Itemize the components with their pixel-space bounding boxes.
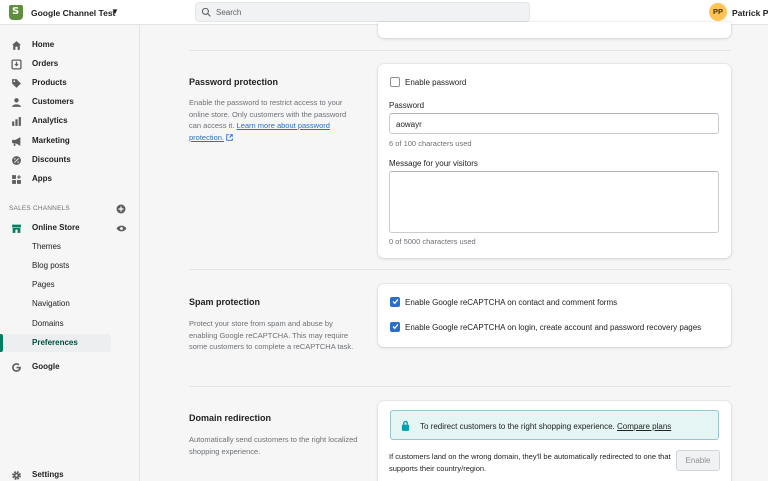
sidebar-subitem-label: Themes [32,242,61,251]
sidebar-item-label: Home [32,40,55,49]
sidebar-item-domains[interactable]: Domains [0,315,130,333]
sidebar-item-google[interactable]: Google [0,358,130,376]
store-name[interactable]: Google Channel Test [31,8,115,18]
sidebar-item-customers[interactable]: Customers [0,93,130,111]
avatar[interactable]: PP [709,3,727,21]
search-input[interactable]: Search [195,2,530,22]
upgrade-banner: To redirect customers to the right shopp… [390,410,719,440]
megaphone-icon [12,137,21,146]
sidebar-item-label: Discounts [32,155,71,164]
sidebar-item-themes[interactable]: Themes [0,238,130,256]
sidebar-item-analytics[interactable]: Analytics [0,112,130,130]
enable-password-label: Enable password [405,78,467,87]
password-char-count: 6 of 100 characters used [389,139,472,148]
message-textarea[interactable] [389,171,719,233]
store-icon [12,224,21,233]
sidebar-item-apps[interactable]: Apps [0,170,130,188]
section-divider [189,386,731,387]
previous-section-card [378,22,731,38]
banner-text: To redirect customers to the right shopp… [420,422,671,431]
banner-message: To redirect customers to the right shopp… [420,422,615,431]
sidebar-subitem-label: Pages [32,280,55,289]
sidebar-subitem-label: Preferences [32,338,78,347]
home-icon [12,41,21,50]
sidebar-subitem-label: Navigation [32,299,70,308]
recaptcha-contact-checkbox[interactable] [390,297,400,307]
sidebar-item-orders[interactable]: Orders [0,55,130,73]
sidebar-item-home[interactable]: Home [0,36,130,54]
spam-section-description: Protect your store from spam and abuse b… [189,319,354,351]
sidebar-subitem-label: Blog posts [32,261,70,270]
checkmark-icon [392,324,399,330]
lock-icon [401,420,410,431]
bar-chart-icon [12,117,21,126]
recaptcha-contact-label: Enable Google reCAPTCHA on contact and c… [405,298,618,307]
password-value: aowayr [396,120,422,129]
password-field-label: Password [389,101,425,110]
sidebar-item-preferences[interactable]: Preferences [3,334,111,352]
enable-redirect-button[interactable]: Enable [676,450,720,471]
sidebar-item-label: Products [32,78,67,87]
google-icon [12,363,21,372]
sidebar-item-label: Online Store [32,223,80,232]
person-icon [12,98,21,107]
tag-icon [12,79,21,88]
eye-icon[interactable] [116,224,127,233]
checkmark-icon [392,299,399,305]
shopify-logo-icon[interactable] [9,5,23,20]
add-channel-icon[interactable] [116,204,126,214]
sidebar-item-label: Orders [32,59,59,68]
user-name[interactable]: Patrick Pie [732,8,768,18]
message-char-count: 0 of 5000 characters used [389,237,476,246]
sidebar-item-online-store[interactable]: Online Store [0,219,130,237]
caret-down-icon[interactable]: ▼ [111,7,119,16]
sidebar-item-label: Apps [32,174,52,183]
sidebar-item-blog-posts[interactable]: Blog posts [0,257,130,275]
search-icon [201,7,211,17]
enable-password-checkbox[interactable] [390,77,400,87]
apps-icon [12,175,21,184]
compare-plans-link[interactable]: Compare plans [617,422,671,431]
orders-icon [11,59,22,70]
password-section-title: Password protection [189,77,279,87]
section-divider [189,50,731,51]
password-input[interactable]: aowayr [389,113,719,134]
sidebar-item-label: Settings [32,470,64,479]
spam-card [378,284,731,347]
redirect-description: If customers land on the wrong domain, t… [389,452,671,473]
domain-section-title: Domain redirection [189,413,272,423]
password-section-description: Enable the password to restrict access t… [189,97,359,143]
sidebar-item-label: Marketing [32,136,70,145]
search-placeholder: Search [216,8,242,17]
gear-icon [12,471,21,480]
recaptcha-login-checkbox[interactable] [390,322,400,332]
sales-channels-heading: SALES CHANNELS [9,205,70,212]
sidebar-item-settings[interactable]: Settings [0,466,130,481]
section-divider [189,269,731,270]
sidebar-item-label: Google [32,362,60,371]
sidebar-item-marketing[interactable]: Marketing [0,132,130,150]
sidebar-item-products[interactable]: Products [0,74,130,92]
sidebar-item-label: Customers [32,97,74,106]
recaptcha-login-label: Enable Google reCAPTCHA on login, create… [405,323,702,332]
sidebar-item-label: Analytics [32,116,68,125]
message-field-label: Message for your visitors [389,159,478,168]
discount-icon [12,156,21,165]
sidebar-subitem-label: Domains [32,319,64,328]
sidebar-item-navigation[interactable]: Navigation [0,295,130,313]
sidebar-item-discounts[interactable]: Discounts [0,151,130,169]
spam-section-title: Spam protection [189,297,261,307]
domain-section-description: Automatically send customers to the righ… [189,435,358,456]
sidebar-item-pages[interactable]: Pages [0,276,130,294]
external-link-icon [226,133,233,141]
